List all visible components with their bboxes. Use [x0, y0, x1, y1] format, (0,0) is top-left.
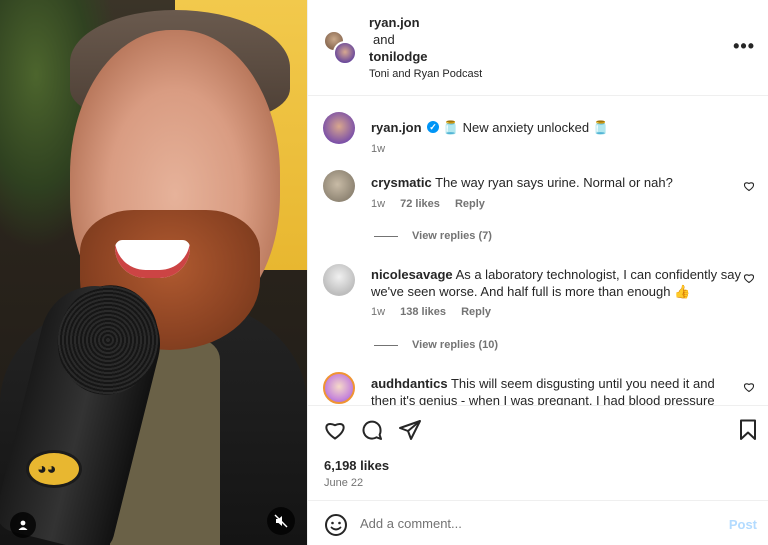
comment-likes[interactable]: 138 likes: [400, 306, 446, 318]
microphone-logo: [26, 450, 82, 488]
verified-badge-icon: [427, 119, 440, 136]
likes-count[interactable]: 6,198 likes: [324, 458, 389, 473]
comment-username[interactable]: audhdantics: [371, 376, 448, 391]
pee-cup-emoji-icon: 🫙: [442, 120, 460, 135]
comment-composer: Post: [308, 500, 768, 545]
caption-text: ryan.jon 🫙 New anxiety unlocked 🫙: [371, 119, 741, 136]
post-button[interactable]: Post: [729, 517, 757, 532]
author-names: ryan.jon and tonilodge: [369, 14, 428, 65]
post-actions: 6,198 likes June 22: [308, 405, 768, 500]
comment-text: crysmatic The way ryan says urine. Norma…: [371, 174, 741, 191]
comment-likes[interactable]: 72 likes: [400, 198, 440, 210]
avatar[interactable]: [323, 170, 355, 202]
author-username-1[interactable]: ryan.jon: [369, 14, 428, 31]
comment-input[interactable]: [360, 511, 720, 535]
like-heart-icon[interactable]: [743, 272, 755, 284]
heart-icon[interactable]: [323, 418, 347, 442]
reply-button[interactable]: Reply: [461, 306, 491, 318]
caption-time[interactable]: 1w: [371, 143, 385, 155]
post-header: ryan.jon and tonilodge Toni and Ryan Pod…: [308, 0, 768, 96]
caption-body: New anxiety unlocked: [462, 120, 590, 135]
like-heart-icon[interactable]: [743, 180, 755, 192]
caption-username[interactable]: ryan.jon: [371, 120, 422, 135]
more-options-icon[interactable]: •••: [733, 36, 755, 57]
speaker-muted-icon: [274, 514, 288, 528]
pee-cup-emoji-icon: 🫙: [592, 120, 609, 135]
comment-meta: 1w 138 likes Reply: [371, 306, 503, 318]
post-media[interactable]: [0, 0, 307, 545]
post-subtitle[interactable]: Toni and Ryan Podcast: [369, 68, 482, 80]
avatar[interactable]: [323, 264, 355, 296]
reply-button[interactable]: Reply: [455, 198, 485, 210]
and-text: and: [373, 32, 395, 47]
view-replies-button[interactable]: View replies (7): [374, 230, 492, 242]
mute-toggle-button[interactable]: [267, 507, 295, 535]
share-icon[interactable]: [398, 418, 422, 442]
avatar[interactable]: [323, 372, 355, 404]
thumbs-up-emoji-icon: 👍: [674, 284, 691, 299]
post-date[interactable]: June 22: [324, 477, 363, 489]
comment-time[interactable]: 1w: [371, 198, 385, 210]
comment-body: The way ryan says urine. Normal or nah?: [435, 175, 673, 190]
comment-meta: 1w 72 likes Reply: [371, 198, 497, 210]
comment-text: nicolesavage As a laboratory technologis…: [371, 266, 741, 300]
author-username-2[interactable]: tonilodge: [369, 48, 428, 65]
avatar[interactable]: [323, 112, 355, 144]
tagged-users-button[interactable]: [10, 512, 36, 538]
comment-text: audhdantics This will seem disgusting un…: [371, 375, 741, 405]
avatar-toni[interactable]: [333, 41, 357, 65]
comment-username[interactable]: nicolesavage: [371, 267, 453, 282]
caption-meta: 1w: [371, 143, 397, 155]
post-details-panel: ryan.jon and tonilodge Toni and Ryan Pod…: [307, 0, 768, 545]
author-avatars[interactable]: [323, 30, 359, 66]
comment-time[interactable]: 1w: [371, 306, 385, 318]
bookmark-icon[interactable]: [736, 418, 760, 442]
comment-icon[interactable]: [360, 418, 384, 442]
emoji-picker-icon[interactable]: [324, 513, 348, 537]
like-heart-icon[interactable]: [743, 381, 755, 393]
comment-username[interactable]: crysmatic: [371, 175, 432, 190]
person-icon: [18, 520, 28, 530]
comments-list[interactable]: ryan.jon 🫙 New anxiety unlocked 🫙 1w cry…: [308, 97, 768, 405]
view-replies-button[interactable]: View replies (10): [374, 339, 498, 351]
